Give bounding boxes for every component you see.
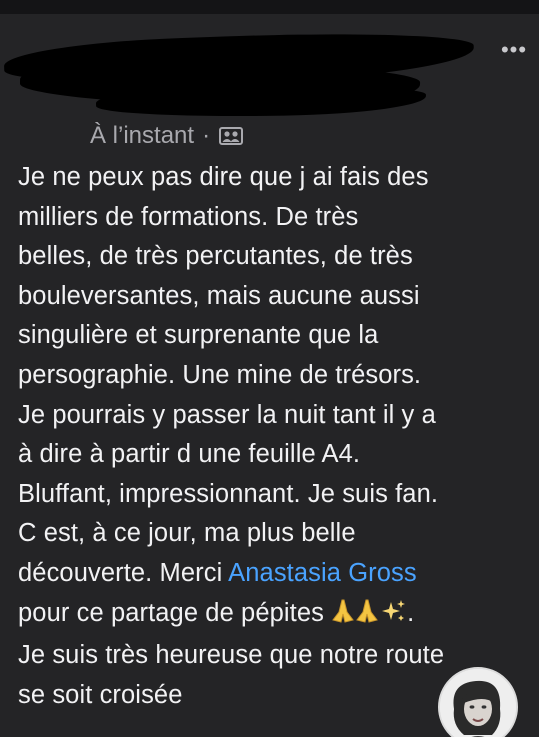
post-line: Je suis très heureuse que notre route (18, 641, 445, 670)
post-line: Je ne peux pas dire que j ai fais des (18, 163, 429, 191)
post-body: Je ne peux pas dire que j ai fais des mi… (18, 158, 528, 715)
post-line: Bluffant, impressionnant. Je suis fan. (18, 479, 439, 508)
post-line-text: . (407, 598, 415, 627)
post-line: persographie. Une mine de trésors. (18, 360, 422, 389)
praying-hands-icon (331, 597, 407, 637)
post-line: belles, de très percutantes, de très (18, 242, 413, 271)
post-screen: ••• À l’instant · Je ne peux pas dire qu… (0, 0, 539, 737)
post-line-text: pour ce partage de pépites (18, 598, 332, 627)
previous-post-edge (0, 0, 539, 14)
mention-link[interactable]: Anastasia Gross (228, 559, 417, 587)
meta-separator: · (202, 122, 211, 149)
post-meta: À l’instant · (90, 122, 244, 150)
post-line: milliers de formations. De très (18, 202, 359, 231)
post-line: à dire à partir d une feuille A4. (18, 440, 361, 469)
post-line: Je pourrais y passer la nuit tant il y a (18, 400, 436, 429)
post-line-text: découverte. Merci (18, 558, 229, 587)
avatar[interactable] (438, 667, 518, 737)
post-line: C est, à ce jour, ma plus belle (18, 519, 356, 548)
post-line: bouleversantes, mais aucune aussi (18, 281, 420, 310)
post-line: pour ce partage de pépites . (18, 594, 528, 637)
audience-icon[interactable] (218, 125, 244, 147)
post-timestamp[interactable]: À l’instant (90, 122, 194, 150)
more-options-button[interactable]: ••• (496, 36, 532, 64)
post-line: découverte. Merci Anastasia Gross (18, 554, 528, 594)
post-line: singulière et surprenante que la (18, 321, 379, 350)
